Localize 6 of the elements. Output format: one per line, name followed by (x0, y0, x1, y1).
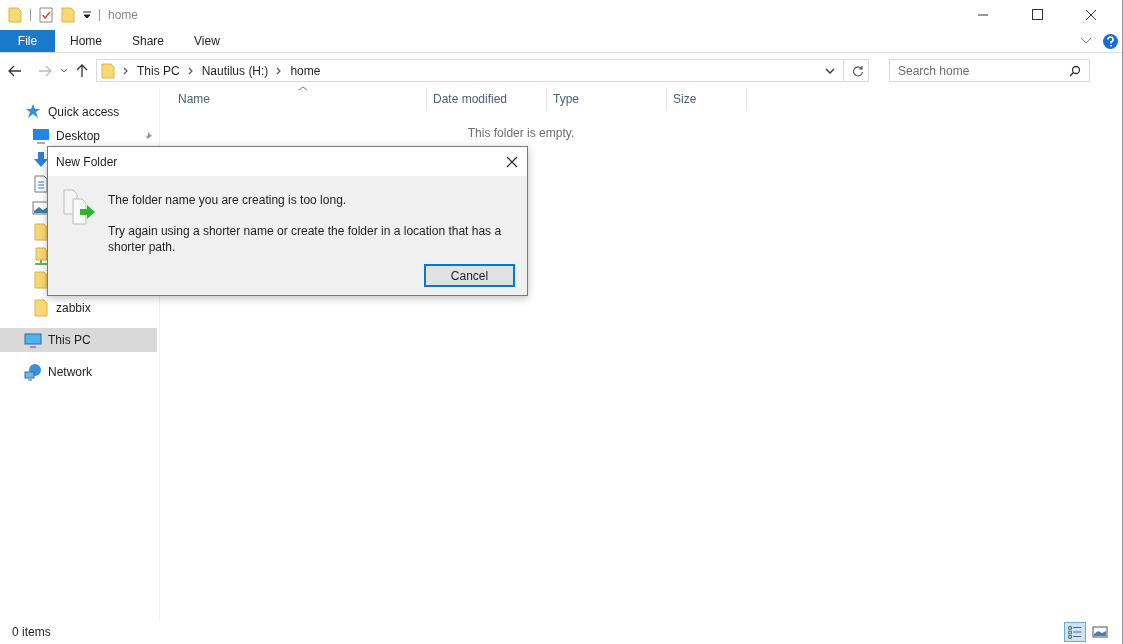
dialog-detail: Try again using a shorter name or create the folder in a location that has a shorter path. (108, 223, 503, 255)
dialog-title: New Folder (56, 153, 118, 171)
dialog-message: The folder name you are creating is too long. (108, 192, 348, 209)
window-title: home (108, 7, 139, 24)
empty-folder-message: This folder is empty. (467, 125, 575, 142)
item-count: 0 items (12, 624, 51, 641)
